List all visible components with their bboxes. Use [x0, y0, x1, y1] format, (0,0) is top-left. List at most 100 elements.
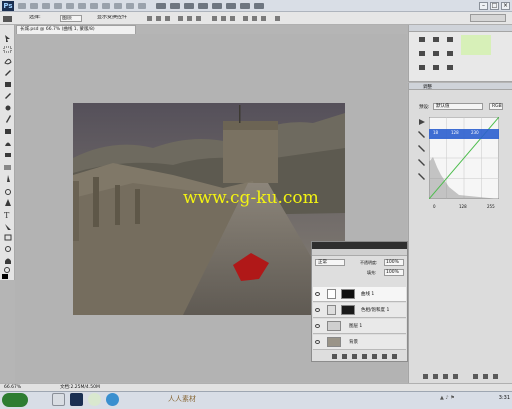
opacity-field[interactable]: 100%	[384, 259, 404, 266]
sample-black-icon	[418, 145, 425, 152]
layer-row[interactable]: 背景	[313, 335, 406, 350]
channel-dropdown[interactable]: RGB	[489, 103, 503, 110]
workspace-switcher[interactable]	[470, 14, 506, 22]
point-tool-icon	[419, 119, 425, 125]
taskbar-browser-icon[interactable]	[106, 393, 119, 406]
document-size-readout[interactable]: 文档:2.25M/4.50M	[60, 384, 100, 391]
taskbar-qq-icon[interactable]	[88, 393, 101, 406]
show-transform-controls-label[interactable]: 显示变换控件	[96, 15, 132, 22]
menu-view[interactable]	[114, 3, 122, 9]
taskbar-explorer-icon[interactable]	[52, 393, 65, 406]
start-button[interactable]	[2, 393, 28, 407]
delete-adjustment-icon	[493, 374, 498, 379]
bridge-icon[interactable]	[156, 3, 166, 9]
blend-mode-dropdown[interactable]: 正常	[315, 259, 345, 266]
rectangle-tool-icon	[4, 234, 12, 241]
menu-file[interactable]	[18, 3, 26, 9]
swatches-panel	[408, 25, 512, 82]
preset-dropdown[interactable]: 默认值	[433, 103, 483, 110]
taskbar-photoshop-icon[interactable]	[70, 393, 83, 406]
distribute-left-icon[interactable]	[243, 16, 248, 21]
brand-watermark: 人人素材	[168, 395, 196, 403]
rotate-view-icon[interactable]	[226, 3, 236, 9]
menu-analysis[interactable]	[90, 3, 98, 9]
align-left-icon[interactable]	[178, 16, 183, 21]
layer-thumbnail	[327, 321, 341, 331]
menu-layer[interactable]	[54, 3, 62, 9]
move-tool-preset-icon[interactable]	[3, 16, 12, 22]
menu-select[interactable]	[66, 3, 74, 9]
fill-field[interactable]: 100%	[384, 269, 404, 276]
auto-select-dropdown[interactable]: 图层	[60, 15, 82, 22]
pen-tool-icon	[5, 199, 11, 206]
adjustments-footer-icons	[423, 374, 498, 379]
visibility-icon	[453, 374, 458, 379]
arrange-documents-icon[interactable]	[240, 3, 250, 9]
menu-filter[interactable]	[78, 3, 86, 9]
layers-tabs[interactable]	[312, 249, 407, 256]
menu-edit[interactable]	[30, 3, 38, 9]
layer-row[interactable]: 色相/饱和度 1	[313, 303, 406, 318]
eye-icon[interactable]	[315, 340, 320, 344]
photoshop-logo: Ps	[2, 1, 14, 11]
align-bottom-icon[interactable]	[165, 16, 170, 21]
auto-align-icon[interactable]	[275, 16, 280, 21]
menu-3d[interactable]	[102, 3, 110, 9]
layer-row[interactable]: 曲线 1	[313, 287, 406, 302]
align-middle-icon[interactable]	[156, 16, 161, 21]
input-value-1: 18	[433, 130, 439, 135]
view-extras-icon[interactable]	[184, 3, 194, 9]
taskbar-clock: 3:31	[498, 395, 510, 401]
hand-tool-icon[interactable]	[212, 3, 222, 9]
screen-mode-icon[interactable]	[254, 3, 264, 9]
trash-icon	[392, 354, 397, 359]
move-tool-icon	[5, 35, 10, 42]
zoom-readout[interactable]: 66.67%	[4, 384, 21, 391]
distribute-top-icon[interactable]	[212, 16, 217, 21]
auto-select-label: 选择:	[29, 15, 41, 20]
close-button[interactable]: ×	[501, 2, 510, 10]
layer-name: 色相/饱和度 1	[361, 308, 390, 313]
curves-graph[interactable]	[429, 117, 499, 199]
curve-values-overlay	[429, 129, 499, 139]
zoom-level-icon[interactable]	[198, 3, 208, 9]
sample-gray-icon	[418, 159, 425, 166]
document-canvas[interactable]: www.cg-ku.com	[73, 103, 345, 315]
align-center-icon[interactable]	[187, 16, 192, 21]
eye-icon[interactable]	[315, 292, 320, 296]
menu-window[interactable]	[126, 3, 134, 9]
distribute-right-icon[interactable]	[261, 16, 266, 21]
layer-mask-thumbnail	[341, 289, 355, 299]
maximize-button[interactable]: □	[490, 2, 499, 10]
status-bar: 66.67% 文档:2.25M/4.50M	[0, 383, 512, 391]
great-wall-photo	[73, 103, 345, 315]
input-value-3: 230	[471, 130, 479, 135]
dodge-tool-icon	[5, 189, 11, 195]
menu-bar: Ps – □ ×	[0, 0, 512, 12]
distribute-bottom-icon[interactable]	[230, 16, 235, 21]
document-tab[interactable]: 长城.psd @ 66.7% (曲线 1, 蒙版/8)	[16, 25, 136, 34]
path-selection-tool-icon	[5, 224, 11, 230]
menu-image[interactable]	[42, 3, 50, 9]
menu-help[interactable]	[138, 3, 146, 9]
add-mask-icon	[352, 354, 357, 359]
opacity-label: 不透明度:	[360, 260, 378, 265]
type-tool-icon: T	[4, 211, 10, 220]
align-top-icon[interactable]	[147, 16, 152, 21]
align-right-icon[interactable]	[196, 16, 201, 21]
eye-icon[interactable]	[315, 324, 320, 328]
eye-icon[interactable]	[315, 308, 320, 312]
mini-bridge-icon[interactable]	[170, 3, 180, 9]
clip-icon	[443, 374, 448, 379]
new-adjustment-icon	[362, 354, 367, 359]
output-value-3: 255	[487, 204, 495, 209]
distribute-center-icon[interactable]	[252, 16, 257, 21]
layer-row[interactable]: 图层 1	[313, 319, 406, 334]
gradient-tool-icon	[4, 165, 11, 170]
distribute-middle-icon[interactable]	[221, 16, 226, 21]
input-value-2: 128	[451, 130, 459, 135]
options-bar: 选择: 图层 显示变换控件	[0, 12, 512, 25]
previous-state-icon	[473, 374, 478, 379]
history-brush-tool-icon	[5, 142, 11, 146]
minimize-button[interactable]: –	[479, 2, 488, 10]
